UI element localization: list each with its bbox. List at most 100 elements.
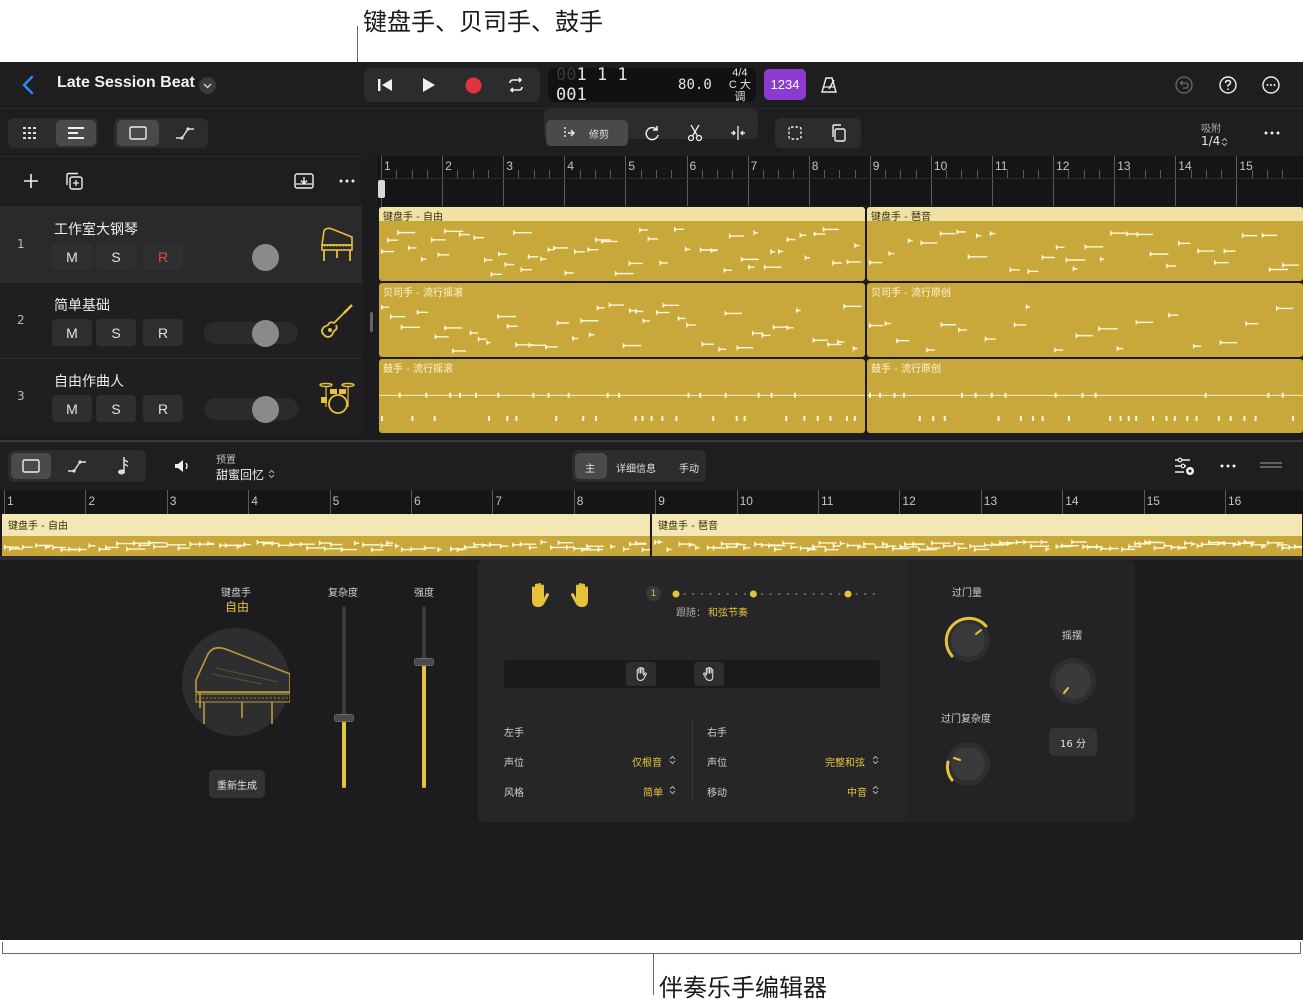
rh-voicing-select[interactable]: 完整和弦 <box>825 754 865 769</box>
count-in-button[interactable]: 1234 <box>764 69 806 100</box>
track-list-more-button[interactable] <box>336 170 358 192</box>
note-head <box>1136 231 1140 238</box>
region-bass-b[interactable]: 贝司手 - 流行原创 <box>867 283 1303 357</box>
right-hand-icon[interactable] <box>570 582 592 608</box>
intensity-thumb[interactable] <box>414 658 434 666</box>
loop-tool-button[interactable] <box>638 120 666 146</box>
editor-score-button[interactable] <box>106 453 140 479</box>
track-row[interactable]: 1 工作室大钢琴 M S R <box>0 206 362 282</box>
rh-move-select[interactable]: 中音 <box>847 784 867 799</box>
snap-value[interactable]: 1/4 <box>1201 134 1220 148</box>
track-row[interactable]: 2 简单基础 M S R <box>0 282 362 358</box>
track-row[interactable]: 3 自由作曲人 M S R <box>0 358 362 434</box>
project-title[interactable]: Late Session Beat <box>57 74 195 92</box>
lcd-display[interactable]: 001 1 1 001 80.0 4/4 C 大调 <box>548 65 756 105</box>
left-hand-split-handle[interactable] <box>626 662 656 686</box>
mute-button[interactable]: M <box>52 319 92 346</box>
play-button[interactable] <box>416 72 442 98</box>
record-enable-button[interactable]: R <box>143 319 183 346</box>
metronome-button[interactable] <box>816 72 842 98</box>
tab-details[interactable]: 详细信息 <box>616 460 656 475</box>
lh-style-select[interactable]: 简单 <box>643 784 663 799</box>
right-hand-split-handle[interactable] <box>694 662 724 686</box>
volume-slider-knob[interactable] <box>252 320 279 347</box>
help-button[interactable] <box>1216 73 1240 97</box>
tracks-more-button[interactable] <box>1260 122 1284 144</box>
volume-slider-knob[interactable] <box>252 396 279 423</box>
editor-ruler[interactable]: 1 2 3 4 5 6 7 8 9 10 11 12 13 14 15 16 <box>0 490 1303 514</box>
undo-button[interactable] <box>1172 73 1196 97</box>
solo-button[interactable]: S <box>96 395 136 422</box>
editor-region-view-button[interactable] <box>11 453 51 479</box>
left-hand-icon[interactable] <box>528 582 550 608</box>
editor-drag-handle[interactable] <box>1258 458 1284 472</box>
editor-region-a[interactable]: 键盘手 - 自由 <box>2 514 650 556</box>
region-keys-a[interactable]: 键盘手 - 自由 <box>379 207 865 281</box>
fill-amount-knob[interactable] <box>940 612 996 668</box>
volume-slider-knob[interactable] <box>252 244 279 271</box>
note-head <box>677 315 681 322</box>
select-button[interactable] <box>781 120 809 146</box>
tracks-view-button[interactable] <box>56 120 96 146</box>
more-menu-button[interactable] <box>1259 73 1283 97</box>
swing-knob[interactable] <box>1044 652 1102 710</box>
resize-handle[interactable] <box>370 312 373 332</box>
intensity-slider[interactable] <box>414 606 434 788</box>
ruler-tick <box>808 156 810 206</box>
tab-manual[interactable]: 手动 <box>679 460 699 475</box>
preset-selector[interactable]: 甜蜜回忆 <box>216 466 264 483</box>
editor-more-button[interactable] <box>1216 455 1240 477</box>
timeline-ruler[interactable]: 1 2 3 4 5 6 7 8 9 10 11 12 13 14 15 <box>378 156 1303 206</box>
lh-voicing-select[interactable]: 仅根音 <box>632 754 662 769</box>
solo-button[interactable]: S <box>96 243 136 270</box>
hand-split-bar[interactable] <box>504 660 880 688</box>
record-enable-button[interactable]: R <box>143 243 183 270</box>
go-to-start-button[interactable] <box>372 72 398 98</box>
editor-settings-button[interactable] <box>1172 455 1198 477</box>
pattern-number-badge[interactable]: 1 <box>646 586 661 601</box>
record-enable-button[interactable]: R <box>143 395 183 422</box>
fill-complexity-knob[interactable] <box>940 736 996 792</box>
volume-slider[interactable] <box>204 322 298 344</box>
tab-main[interactable]: 主 <box>575 453 607 479</box>
copy-button[interactable] <box>825 120 853 146</box>
snap-stepper[interactable] <box>1220 137 1228 147</box>
join-tool-button[interactable] <box>724 120 752 146</box>
browser-button[interactable] <box>293 170 315 192</box>
mute-button[interactable]: M <box>52 395 92 422</box>
editor-region-b[interactable]: 键盘手 - 琶音 <box>652 514 1302 556</box>
region-view-button[interactable] <box>117 120 159 146</box>
note-head <box>761 542 765 549</box>
automation-view-button[interactable] <box>166 120 204 146</box>
volume-slider[interactable] <box>204 398 298 420</box>
swing-resolution-button[interactable]: 16 分 <box>1049 728 1097 756</box>
region-drums-b[interactable]: 鼓手 - 流行原创 <box>867 359 1303 433</box>
record-button[interactable] <box>460 72 486 98</box>
region-drums-a[interactable]: 鼓手 - 流行摇滚 <box>379 359 865 433</box>
mute-button[interactable]: M <box>52 243 92 270</box>
note-head <box>1072 265 1076 272</box>
editor-automation-button[interactable] <box>58 453 96 479</box>
app-window: Late Session Beat 001 1 1 001 80.0 4/4 C… <box>0 62 1303 940</box>
player-avatar[interactable] <box>182 628 291 736</box>
region-bass-a[interactable]: 贝司手 - 流行摇滚 <box>379 283 865 357</box>
cycle-button[interactable] <box>503 72 529 98</box>
region-keys-b[interactable]: 键盘手 - 琶音 <box>867 207 1303 281</box>
note-head <box>863 540 867 547</box>
pattern-dots[interactable] <box>672 590 882 598</box>
playhead[interactable] <box>378 180 385 198</box>
complexity-thumb[interactable] <box>334 714 354 722</box>
volume-slider[interactable] <box>204 246 298 268</box>
add-track-button[interactable] <box>20 170 42 192</box>
preview-button[interactable] <box>170 455 194 477</box>
solo-button[interactable]: S <box>96 319 136 346</box>
back-button[interactable] <box>16 72 40 98</box>
follow-value[interactable]: 和弦节奏 <box>708 604 748 619</box>
project-menu-button[interactable] <box>199 77 216 94</box>
split-tool-button[interactable] <box>681 120 709 146</box>
duplicate-track-button[interactable] <box>63 170 85 192</box>
trim-tool-button[interactable]: 修剪 <box>546 120 628 146</box>
live-loops-view-button[interactable] <box>12 121 50 145</box>
regenerate-button[interactable]: 重新生成 <box>209 770 265 798</box>
complexity-slider[interactable] <box>334 606 354 788</box>
